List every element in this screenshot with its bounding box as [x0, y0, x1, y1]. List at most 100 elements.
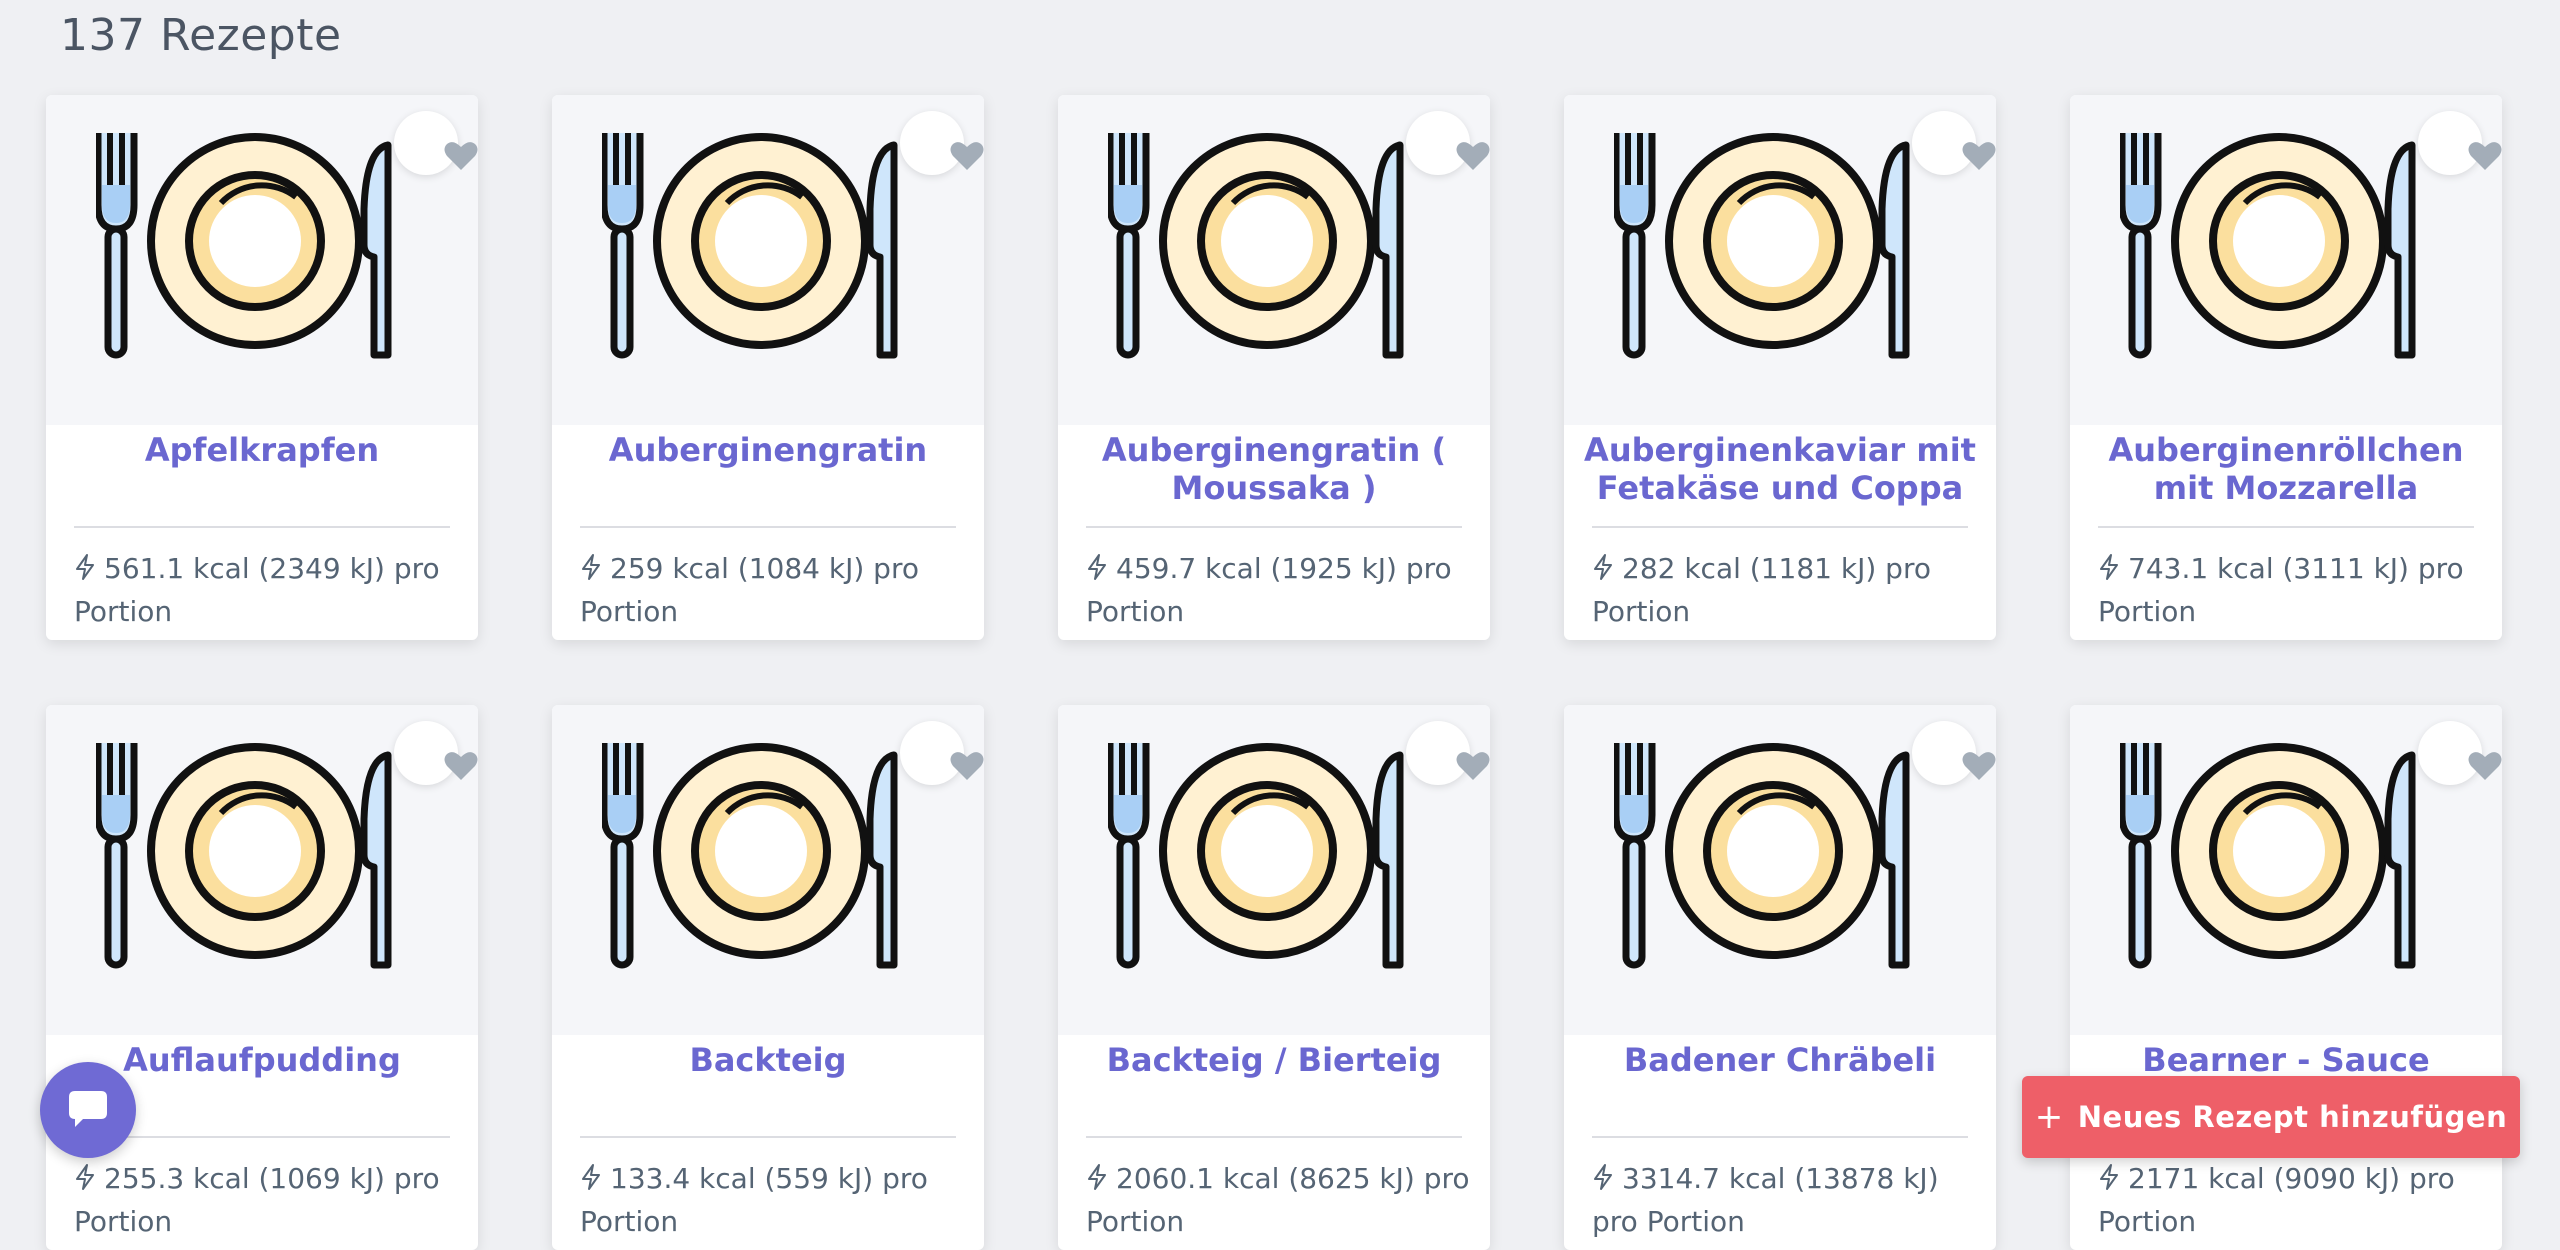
- heart-icon: [2468, 752, 2502, 780]
- lightning-icon: [580, 552, 602, 592]
- favorite-button[interactable]: [2418, 721, 2502, 785]
- favorite-button[interactable]: [2418, 111, 2502, 175]
- page-title: 137 Rezepte: [60, 10, 342, 61]
- favorite-button[interactable]: [1406, 111, 1490, 175]
- lightning-icon: [74, 1162, 96, 1202]
- favorite-button[interactable]: [394, 111, 478, 175]
- recipe-image: [1058, 95, 1490, 425]
- lightning-icon: [1086, 552, 1108, 592]
- heart-icon: [1962, 142, 1996, 170]
- lightning-icon: [2098, 552, 2120, 592]
- recipe-card[interactable]: Auberginengratin 259 kcal (1084 kJ) pro …: [552, 95, 984, 640]
- recipe-energy: 255.3 kcal (1069 kJ) pro Portion: [74, 1159, 458, 1242]
- recipe-energy-text: 282 kcal (1181 kJ) pro Portion: [1592, 552, 1931, 628]
- favorite-button[interactable]: [1912, 111, 1996, 175]
- divider: [1592, 1136, 1968, 1138]
- recipe-image: [2070, 95, 2502, 425]
- plus-icon: +: [2034, 1097, 2064, 1137]
- divider: [1592, 526, 1968, 528]
- recipe-title[interactable]: Auberginengratin ( Moussaka ): [1072, 431, 1476, 507]
- recipe-title[interactable]: Auberginenkaviar mit Fetakäse und Coppa: [1578, 431, 1982, 507]
- recipe-title[interactable]: Badener Chräbeli: [1578, 1041, 1982, 1079]
- recipe-card[interactable]: Apfelkrapfen 561.1 kcal (2349 kJ) pro Po…: [46, 95, 478, 640]
- lightning-icon: [1086, 1162, 1108, 1202]
- recipe-image: [1564, 95, 1996, 425]
- heart-icon: [950, 752, 984, 780]
- recipe-card[interactable]: Bearner - Sauce 2171 kcal (9090 kJ) pro …: [2070, 705, 2502, 1250]
- recipe-card[interactable]: Auflaufpudding 255.3 kcal (1069 kJ) pro …: [46, 705, 478, 1250]
- favorite-button[interactable]: [394, 721, 478, 785]
- plate-cutlery-icon: [1614, 743, 1910, 969]
- recipe-title[interactable]: Auberginenröllchen mit Mozzarella: [2084, 431, 2488, 507]
- favorite-button[interactable]: [900, 111, 984, 175]
- divider: [1086, 526, 1462, 528]
- recipe-card[interactable]: Auberginenkaviar mit Fetakäse und Coppa …: [1564, 95, 1996, 640]
- heart-icon: [444, 752, 478, 780]
- lightning-icon: [580, 1162, 602, 1202]
- recipe-image: [46, 705, 478, 1035]
- heart-icon: [950, 142, 984, 170]
- recipe-energy: 259 kcal (1084 kJ) pro Portion: [580, 549, 964, 632]
- recipe-energy-text: 2060.1 kcal (8625 kJ) pro Portion: [1086, 1162, 1470, 1238]
- divider: [580, 1136, 956, 1138]
- plate-cutlery-icon: [2120, 743, 2416, 969]
- recipe-title[interactable]: Apfelkrapfen: [60, 431, 464, 469]
- recipe-title[interactable]: Backteig / Bierteig: [1072, 1041, 1476, 1079]
- recipe-title[interactable]: Auflaufpudding: [60, 1041, 464, 1079]
- favorite-button[interactable]: [900, 721, 984, 785]
- lightning-icon: [1592, 552, 1614, 592]
- recipe-card[interactable]: Auberginengratin ( Moussaka ) 459.7 kcal…: [1058, 95, 1490, 640]
- recipe-image: [552, 705, 984, 1035]
- heart-icon: [1962, 752, 1996, 780]
- favorite-button[interactable]: [1406, 721, 1490, 785]
- divider: [1086, 1136, 1462, 1138]
- recipe-energy-text: 259 kcal (1084 kJ) pro Portion: [580, 552, 919, 628]
- heart-icon: [444, 142, 478, 170]
- recipe-energy: 459.7 kcal (1925 kJ) pro Portion: [1086, 549, 1470, 632]
- recipe-image: [46, 95, 478, 425]
- recipe-energy-text: 2171 kcal (9090 kJ) pro Portion: [2098, 1162, 2455, 1238]
- divider: [2098, 526, 2474, 528]
- divider: [74, 526, 450, 528]
- recipe-image: [552, 95, 984, 425]
- chat-bubble-icon: [63, 1083, 113, 1137]
- recipe-card[interactable]: Auberginenröllchen mit Mozzarella 743.1 …: [2070, 95, 2502, 640]
- plate-cutlery-icon: [96, 133, 392, 359]
- plate-cutlery-icon: [602, 743, 898, 969]
- plate-cutlery-icon: [1614, 133, 1910, 359]
- recipe-energy: 2171 kcal (9090 kJ) pro Portion: [2098, 1159, 2482, 1242]
- recipe-image: [2070, 705, 2502, 1035]
- plate-cutlery-icon: [602, 133, 898, 359]
- recipe-energy-text: 561.1 kcal (2349 kJ) pro Portion: [74, 552, 440, 628]
- recipe-energy: 282 kcal (1181 kJ) pro Portion: [1592, 549, 1976, 632]
- recipe-energy: 133.4 kcal (559 kJ) pro Portion: [580, 1159, 964, 1242]
- recipe-card[interactable]: Backteig / Bierteig 2060.1 kcal (8625 kJ…: [1058, 705, 1490, 1250]
- lightning-icon: [74, 552, 96, 592]
- recipe-energy: 561.1 kcal (2349 kJ) pro Portion: [74, 549, 458, 632]
- lightning-icon: [1592, 1162, 1614, 1202]
- heart-icon: [2468, 142, 2502, 170]
- divider: [74, 1136, 450, 1138]
- plate-cutlery-icon: [1108, 133, 1404, 359]
- recipe-energy-text: 743.1 kcal (3111 kJ) pro Portion: [2098, 552, 2464, 628]
- plate-cutlery-icon: [2120, 133, 2416, 359]
- add-recipe-label: Neues Rezept hinzufügen: [2077, 1100, 2508, 1134]
- recipe-energy-text: 3314.7 kcal (13878 kJ) pro Portion: [1592, 1162, 1939, 1238]
- recipe-energy-text: 459.7 kcal (1925 kJ) pro Portion: [1086, 552, 1452, 628]
- recipe-title[interactable]: Backteig: [566, 1041, 970, 1079]
- chat-button[interactable]: [40, 1062, 136, 1158]
- recipe-energy: 743.1 kcal (3111 kJ) pro Portion: [2098, 549, 2482, 632]
- recipe-card[interactable]: Backteig 133.4 kcal (559 kJ) pro Portion: [552, 705, 984, 1250]
- add-recipe-button[interactable]: + Neues Rezept hinzufügen: [2022, 1076, 2520, 1158]
- recipe-title[interactable]: Auberginengratin: [566, 431, 970, 469]
- lightning-icon: [2098, 1162, 2120, 1202]
- favorite-button[interactable]: [1912, 721, 1996, 785]
- recipe-energy-text: 133.4 kcal (559 kJ) pro Portion: [580, 1162, 928, 1238]
- recipe-energy: 2060.1 kcal (8625 kJ) pro Portion: [1086, 1159, 1470, 1242]
- recipe-energy: 3314.7 kcal (13878 kJ) pro Portion: [1592, 1159, 1976, 1242]
- recipe-title[interactable]: Bearner - Sauce: [2084, 1041, 2488, 1079]
- plate-cutlery-icon: [96, 743, 392, 969]
- heart-icon: [1456, 752, 1490, 780]
- recipe-card[interactable]: Badener Chräbeli 3314.7 kcal (13878 kJ) …: [1564, 705, 1996, 1250]
- divider: [580, 526, 956, 528]
